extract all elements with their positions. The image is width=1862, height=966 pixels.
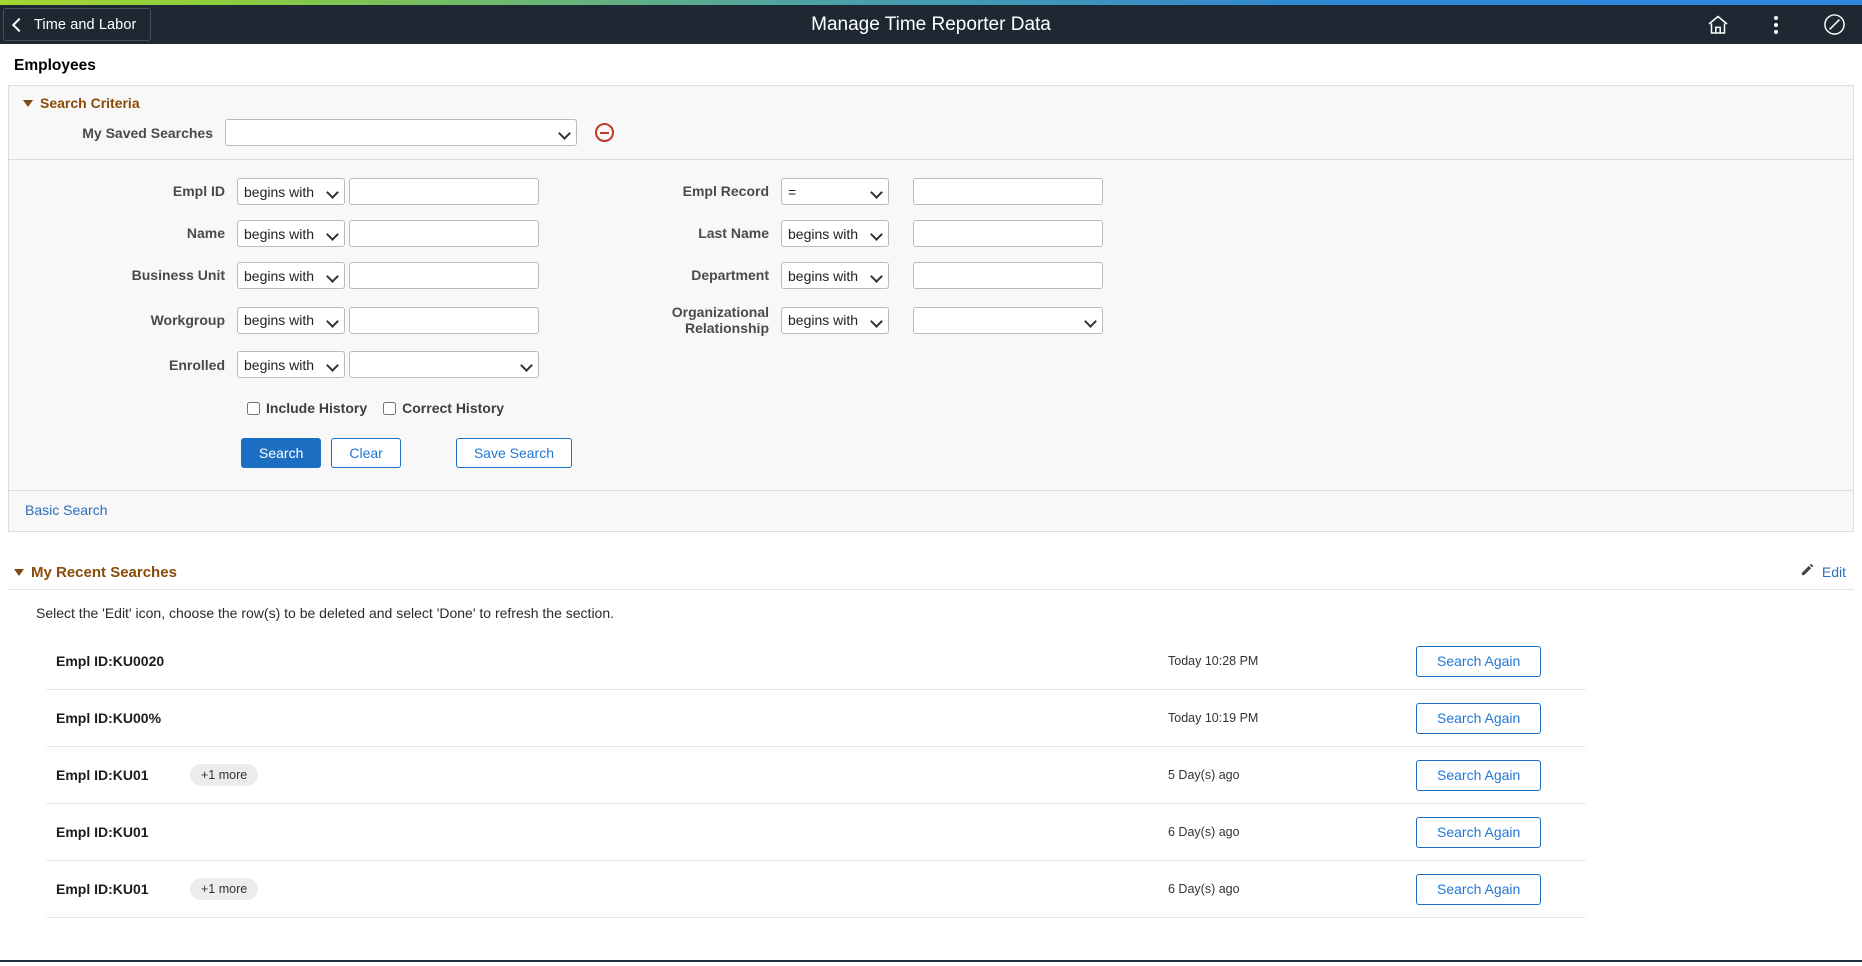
recent-search-label: Empl ID:KU01 <box>56 881 176 897</box>
saved-searches-label: My Saved Searches <box>9 125 225 141</box>
table-row: Empl ID:KU01 +1 more 5 Day(s) ago Search… <box>46 747 1586 804</box>
operator-select-name[interactable]: begins with <box>237 220 345 247</box>
recent-searches-edit-label: Edit <box>1822 564 1846 580</box>
saved-searches-select[interactable] <box>225 119 577 146</box>
value-select-organizational-relationship[interactable] <box>913 307 1103 334</box>
value-input-workgroup[interactable] <box>349 307 539 334</box>
field-label-workgroup: Workgroup <box>9 312 237 328</box>
search-again-button[interactable]: Search Again <box>1416 760 1541 791</box>
operator-select-workgroup[interactable]: begins with <box>237 307 345 334</box>
recent-searches-table: Empl ID:KU0020 Today 10:28 PM Search Aga… <box>46 633 1586 918</box>
operator-select-empl-id[interactable]: begins with <box>237 178 345 205</box>
search-again-button[interactable]: Search Again <box>1416 817 1541 848</box>
value-input-last-name[interactable] <box>913 220 1103 247</box>
chevron-left-icon <box>12 17 26 31</box>
recent-searches-title: My Recent Searches <box>31 564 177 581</box>
search-again-button[interactable]: Search Again <box>1416 703 1541 734</box>
page-body: Employees Search Criteria My Saved Searc… <box>0 44 1862 918</box>
page-footer-bar <box>0 960 1862 966</box>
operator-select-empl-record[interactable]: = <box>781 178 889 205</box>
collapse-caret-icon[interactable] <box>23 100 33 107</box>
kebab-menu-icon[interactable] <box>1762 11 1790 39</box>
recent-search-action: Search Again <box>1416 646 1586 677</box>
criteria-grid: Empl ID begins with Empl Record = Name b… <box>9 178 1853 378</box>
recent-search-time: Today 10:19 PM <box>1168 711 1416 725</box>
table-row: Empl ID:KU0020 Today 10:28 PM Search Aga… <box>46 633 1586 690</box>
operator-select-last-name[interactable]: begins with <box>781 220 889 247</box>
recent-search-action: Search Again <box>1416 703 1586 734</box>
operator-select-enrolled[interactable]: begins with <box>237 351 345 378</box>
field-label-organizational-relationship: Organizational Relationship <box>605 304 781 336</box>
correct-history-label: Correct History <box>402 400 504 416</box>
clear-button[interactable]: Clear <box>331 438 400 468</box>
search-again-button[interactable]: Search Again <box>1416 646 1541 677</box>
compass-navbar-icon[interactable] <box>1820 11 1848 39</box>
field-label-empl-record: Empl Record <box>605 183 781 199</box>
page-title: Employees <box>8 44 1854 85</box>
delete-saved-search-icon[interactable] <box>595 123 614 142</box>
value-input-empl-id[interactable] <box>349 178 539 205</box>
include-history-checkbox[interactable] <box>247 402 260 415</box>
recent-search-action: Search Again <box>1416 874 1586 905</box>
recent-search-action: Search Again <box>1416 817 1586 848</box>
recent-search-time: 6 Day(s) ago <box>1168 825 1416 839</box>
save-search-button[interactable]: Save Search <box>456 438 572 468</box>
basic-search-link[interactable]: Basic Search <box>25 502 107 518</box>
recent-search-label: Empl ID:KU01 <box>56 824 176 840</box>
recent-search-action: Search Again <box>1416 760 1586 791</box>
panel-footer: Basic Search <box>9 490 1853 531</box>
recent-searches-hint: Select the 'Edit' icon, choose the row(s… <box>8 590 1854 633</box>
operator-select-department[interactable]: begins with <box>781 262 889 289</box>
page-header-title: Manage Time Reporter Data <box>0 14 1862 36</box>
search-button[interactable]: Search <box>241 438 321 468</box>
table-row: Empl ID:KU01 +1 more 6 Day(s) ago Search… <box>46 861 1586 918</box>
value-select-enrolled[interactable] <box>349 351 539 378</box>
search-criteria-body: Empl ID begins with Empl Record = Name b… <box>9 160 1853 490</box>
header-icon-group <box>1704 11 1848 39</box>
include-history-checkbox-row[interactable]: Include History <box>247 400 367 416</box>
recent-searches-edit-button[interactable]: Edit <box>1800 562 1846 582</box>
field-label-enrolled: Enrolled <box>9 357 237 373</box>
search-criteria-panel: Search Criteria My Saved Searches Empl I… <box>8 85 1854 532</box>
recent-search-more-badge[interactable]: +1 more <box>190 878 258 900</box>
recent-search-more-badge[interactable]: +1 more <box>190 764 258 786</box>
correct-history-checkbox-row[interactable]: Correct History <box>383 400 504 416</box>
table-row: Empl ID:KU01 6 Day(s) ago Search Again <box>46 804 1586 861</box>
app-header: Time and Labor Manage Time Reporter Data <box>0 5 1862 44</box>
operator-select-business-unit[interactable]: begins with <box>237 262 345 289</box>
include-history-label: Include History <box>266 400 367 416</box>
recent-search-label: Empl ID:KU0020 <box>56 653 176 669</box>
recent-search-time: Today 10:28 PM <box>1168 654 1416 668</box>
recent-search-label: Empl ID:KU01 <box>56 767 176 783</box>
field-label-last-name: Last Name <box>605 225 781 241</box>
recent-search-time: 5 Day(s) ago <box>1168 768 1416 782</box>
correct-history-checkbox[interactable] <box>383 402 396 415</box>
field-label-department: Department <box>605 267 781 283</box>
operator-select-organizational-relationship[interactable]: begins with <box>781 307 889 334</box>
back-button-label: Time and Labor <box>34 17 136 33</box>
saved-searches-select-wrap <box>225 119 577 146</box>
search-again-button[interactable]: Search Again <box>1416 874 1541 905</box>
value-input-business-unit[interactable] <box>349 262 539 289</box>
search-criteria-title: Search Criteria <box>40 95 140 111</box>
field-label-business-unit: Business Unit <box>9 267 237 283</box>
saved-searches-row: My Saved Searches <box>9 119 1853 159</box>
recent-collapse-caret-icon[interactable] <box>14 569 24 576</box>
value-input-name[interactable] <box>349 220 539 247</box>
back-button[interactable]: Time and Labor <box>3 8 151 41</box>
field-label-empl-id: Empl ID <box>9 183 237 199</box>
value-input-empl-record[interactable] <box>913 178 1103 205</box>
history-checkbox-group: Include History Correct History <box>9 378 1853 416</box>
recent-searches-header: My Recent Searches Edit <box>8 562 1854 590</box>
value-input-department[interactable] <box>913 262 1103 289</box>
field-label-name: Name <box>9 225 237 241</box>
recent-search-label: Empl ID:KU00% <box>56 710 176 726</box>
home-icon[interactable] <box>1704 11 1732 39</box>
table-row: Empl ID:KU00% Today 10:19 PM Search Agai… <box>46 690 1586 747</box>
pencil-icon <box>1800 562 1815 582</box>
search-button-row: Search Clear Save Search <box>9 416 1853 478</box>
recent-search-time: 6 Day(s) ago <box>1168 882 1416 896</box>
search-criteria-header: Search Criteria <box>9 86 1853 119</box>
